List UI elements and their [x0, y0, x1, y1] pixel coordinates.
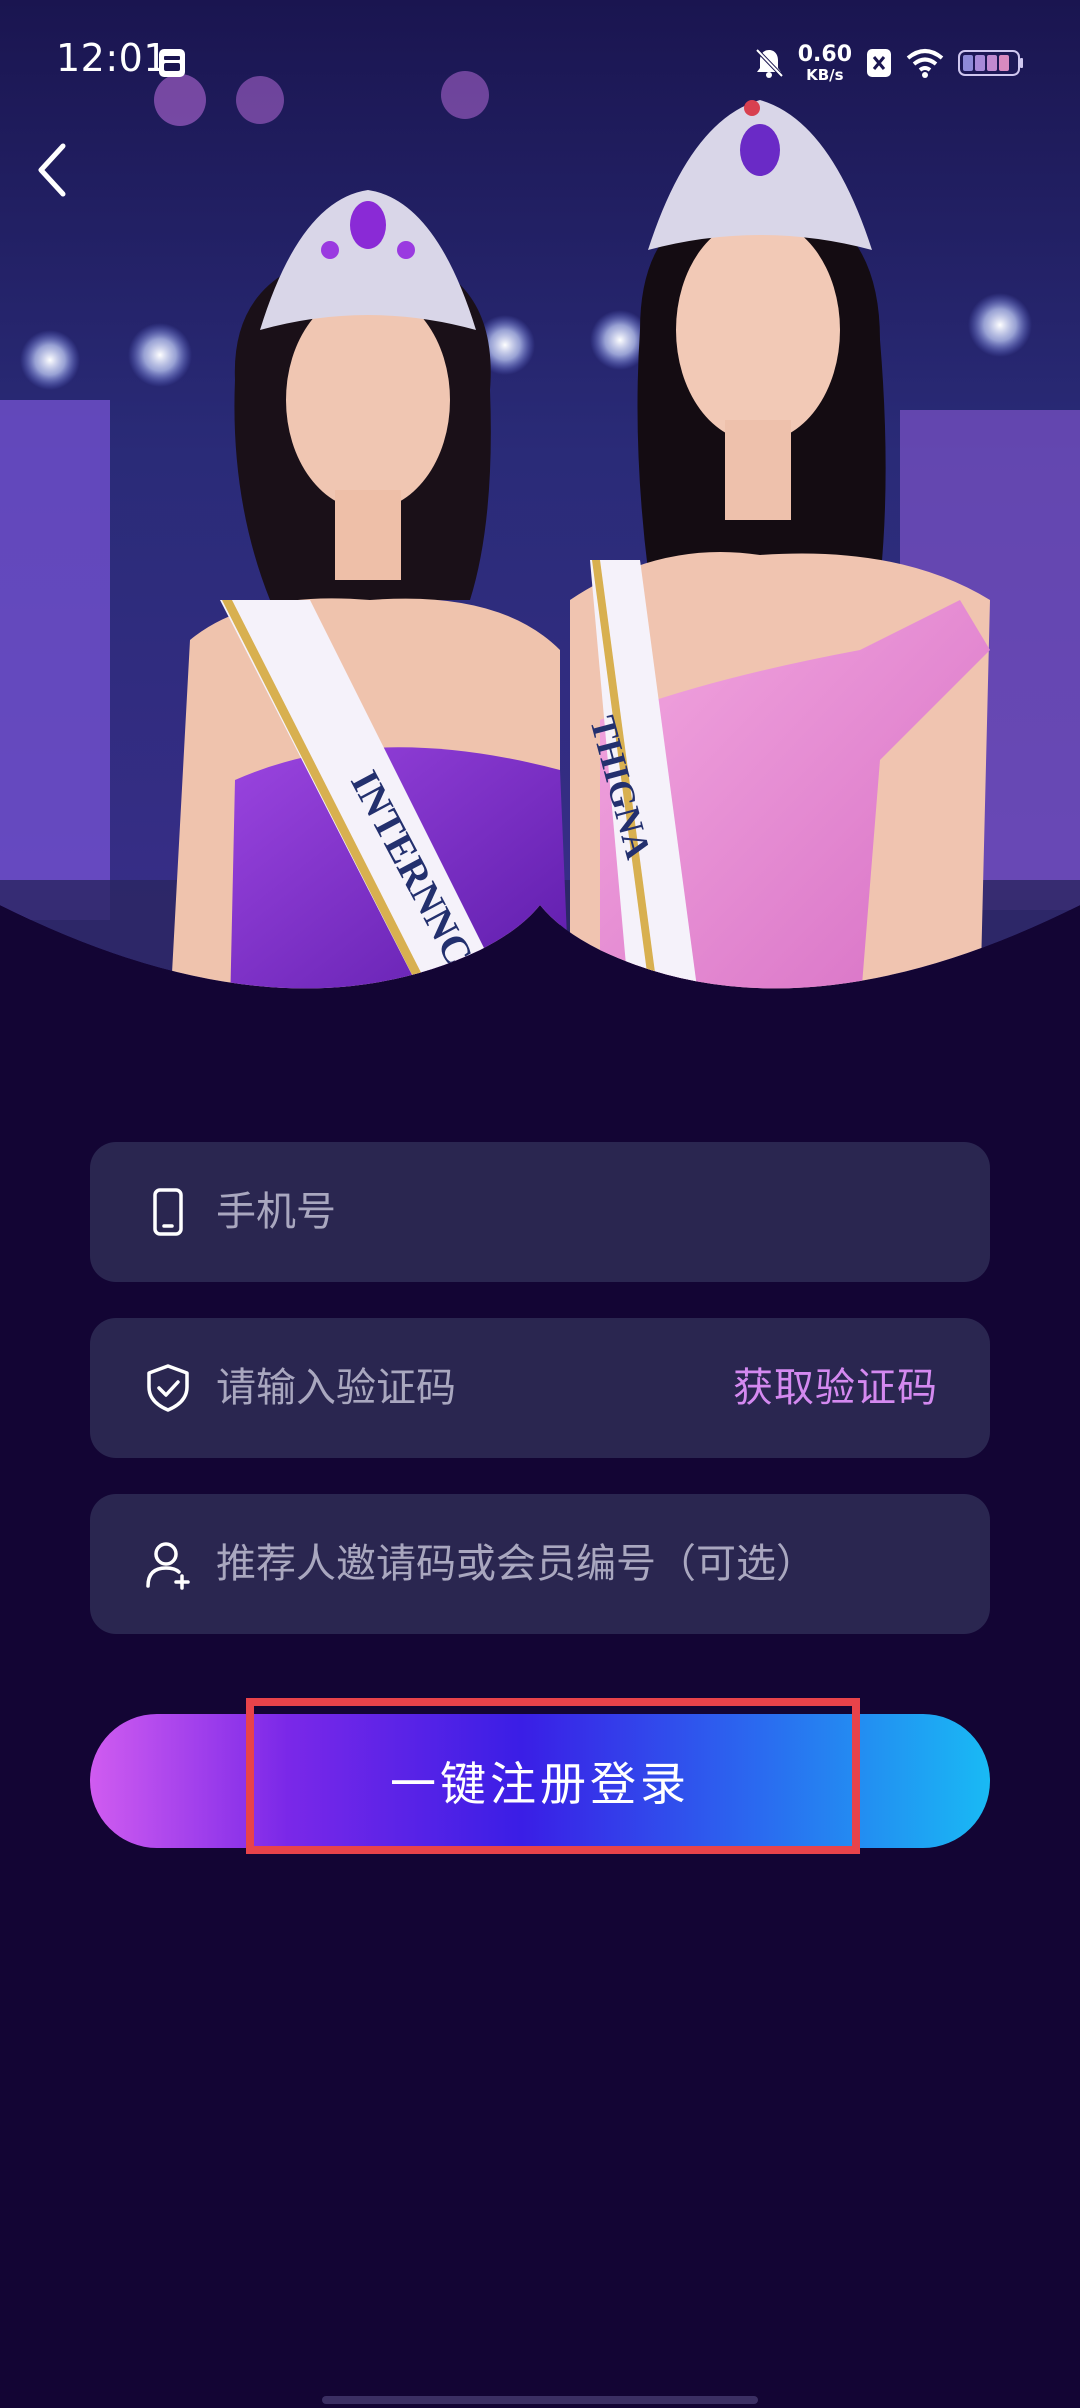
hero-image: INTERNNC THIGNA	[0, 0, 1080, 989]
network-speed: 0.60 KB/s	[797, 41, 852, 84]
sim-card-icon	[159, 49, 185, 77]
status-time: 12:01	[56, 36, 169, 80]
home-indicator	[322, 2396, 758, 2404]
phone-input[interactable]	[216, 1142, 836, 1282]
wifi-icon	[906, 49, 944, 78]
hero-banner: INTERNNC THIGNA	[0, 0, 1080, 1010]
shield-check-icon	[147, 1364, 189, 1412]
back-button[interactable]	[22, 130, 82, 210]
register-screen: INTERNNC THIGNA 12:01 0.60 KB/s 手机号 请输入验…	[0, 0, 1080, 2408]
invite-field[interactable]	[90, 1494, 990, 1634]
no-sim-icon	[867, 49, 891, 77]
user-add-icon	[146, 1542, 190, 1590]
invite-input[interactable]	[216, 1494, 956, 1634]
network-speed-value: 0.60	[797, 41, 852, 67]
network-speed-unit: KB/s	[806, 65, 844, 84]
phone-field[interactable]	[90, 1142, 990, 1282]
status-icons: 0.60 KB/s	[754, 38, 1024, 88]
phone-icon	[153, 1188, 183, 1236]
get-code-button[interactable]: 获取验证码	[733, 1318, 938, 1458]
code-field[interactable]: 获取验证码	[90, 1318, 990, 1458]
chevron-left-icon	[38, 143, 66, 197]
bell-off-icon	[755, 48, 784, 78]
register-login-button[interactable]: 一键注册登录	[90, 1714, 990, 1848]
status-bar: 12:01 0.60 KB/s	[0, 0, 1080, 120]
battery-icon	[958, 50, 1023, 76]
